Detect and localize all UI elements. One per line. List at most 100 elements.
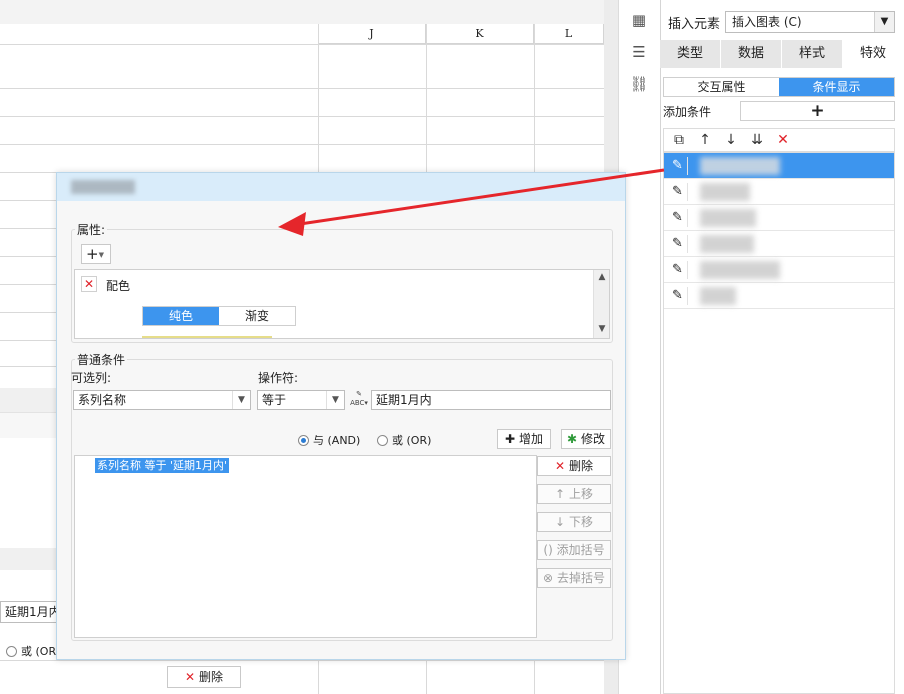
arrow-up-icon[interactable]: ↑	[696, 131, 714, 149]
tab-effects[interactable]: 特效	[843, 40, 904, 68]
color-mode-toggle: 纯色 渐变	[142, 306, 296, 326]
remove-paren-button[interactable]: ⊗ 去掉括号	[537, 568, 611, 588]
column-header-k[interactable]: K	[426, 24, 534, 44]
blurred-text	[700, 183, 750, 201]
move-down-button[interactable]: ↓ 下移	[537, 512, 611, 532]
subtab-interaction[interactable]: 交互属性	[664, 78, 779, 96]
grid-line	[0, 116, 604, 117]
edit-icon[interactable]: ✎	[668, 157, 688, 175]
chevron-down-icon: ▼	[326, 391, 344, 409]
background-panel-bar	[0, 388, 60, 412]
effects-subtabs: 交互属性 条件显示	[663, 77, 895, 97]
property-scrollbar[interactable]: ▲ ▼	[593, 270, 609, 338]
add-property-button[interactable]: +▼	[81, 244, 111, 264]
edit-icon[interactable]: ✎	[668, 287, 688, 305]
condition-row[interactable]: ✎	[664, 153, 894, 179]
condition-row[interactable]: ✎	[664, 179, 894, 205]
background-panel-bar	[0, 548, 60, 570]
edit-icon[interactable]: ✎	[668, 209, 688, 227]
add-paren-button[interactable]: () 添加括号	[537, 540, 611, 560]
radio-icon	[377, 435, 388, 446]
move-up-button[interactable]: ↑ 上移	[537, 484, 611, 504]
modify-button-label: 修改	[580, 432, 605, 446]
operator-label: 操作符:	[258, 371, 299, 385]
condition-toolbar: ⧉ ↑ ↓ ⇊ ✕	[663, 128, 895, 152]
condition-row[interactable]: ✎	[664, 205, 894, 231]
operator-value: 等于	[262, 393, 287, 407]
solid-color-option[interactable]: 纯色	[143, 307, 219, 325]
and-radio[interactable]: 与 (AND)	[298, 432, 360, 448]
element-list-icon[interactable]: ☰	[629, 42, 649, 62]
blurred-text	[700, 235, 754, 253]
background-delete-button[interactable]: ✕ 删除	[167, 666, 241, 688]
chevron-down-icon: ▼	[874, 12, 894, 32]
value-type-icon[interactable]: ✎ ABC▾	[349, 390, 369, 410]
condition-list: ✎ ✎ ✎ ✎ ✎ ✎	[663, 152, 895, 694]
delete-x-icon: ✕	[185, 670, 196, 684]
and-label: 与 (AND)	[313, 434, 361, 447]
properties-label: 属性:	[75, 221, 108, 238]
delete-label: 删除	[568, 459, 593, 473]
dialog-title-bar[interactable]	[57, 173, 625, 201]
column-header-j[interactable]: J	[318, 24, 426, 44]
grid-line	[0, 44, 604, 45]
tab-type[interactable]: 类型	[660, 40, 721, 68]
property-name-color: 配色	[106, 279, 131, 293]
edit-icon[interactable]: ✎	[668, 235, 688, 253]
panel-tabs: 类型 数据 样式 特效	[660, 40, 904, 68]
condition-property-dialog: 属性: +▼ ✕ 配色 纯色 渐变 ▲ ▼ 普通条件 可选列: 系列名称 ▼ 操…	[56, 172, 626, 660]
subtab-conditional-display[interactable]: 条件显示	[779, 78, 894, 96]
or-radio[interactable]: 或 (OR)	[377, 432, 431, 448]
chevron-down-icon: ▼	[98, 251, 104, 259]
insert-element-select[interactable]: 插入图表 (C) ▼	[725, 11, 895, 33]
sheet-top-strip	[0, 0, 604, 24]
add-condition-button[interactable]: +	[740, 101, 895, 121]
arrow-down-icon[interactable]: ↓	[722, 131, 740, 149]
modify-button[interactable]: ✱ 修改	[561, 429, 611, 449]
edit-icon[interactable]: ✎	[668, 261, 688, 279]
common-conditions-label: 普通条件	[75, 351, 128, 368]
paren-icon: ()	[543, 543, 553, 557]
add-button-label: 增加	[518, 432, 543, 446]
condition-entry[interactable]: 系列名称 等于 '延期1月内'	[95, 458, 230, 473]
blurred-text	[700, 287, 736, 305]
delete-condition-button[interactable]: ✕ 删除	[537, 456, 611, 476]
scroll-up-icon[interactable]: ▲	[594, 270, 610, 284]
blurred-dialog-title	[71, 180, 135, 194]
add-button[interactable]: ✚ 增加	[497, 429, 551, 449]
gradient-option[interactable]: 渐变	[219, 307, 295, 325]
condition-row[interactable]: ✎	[664, 231, 894, 257]
delete-icon[interactable]: ✕	[774, 131, 792, 149]
arrow-up-icon: ↑	[555, 487, 566, 501]
copy-icon[interactable]: ⧉	[670, 131, 688, 149]
grid-line	[0, 660, 604, 661]
cell-attributes-icon[interactable]: ▦	[629, 10, 649, 30]
chevron-down-icon: ▼	[232, 391, 250, 409]
grid-line	[0, 88, 604, 89]
move-down-label: 下移	[568, 515, 593, 529]
tab-style[interactable]: 样式	[782, 40, 843, 68]
radio-icon	[6, 646, 17, 657]
blurred-text	[700, 157, 780, 175]
edit-icon[interactable]: ✎	[668, 183, 688, 201]
scroll-down-icon[interactable]: ▼	[594, 322, 610, 336]
tab-data[interactable]: 数据	[721, 40, 782, 68]
insert-element-label: 插入元素	[668, 17, 721, 32]
condition-row[interactable]: ✎	[664, 257, 894, 283]
insert-select-value: 插入图表 (C)	[732, 15, 802, 29]
plus-icon: ✚	[505, 432, 516, 446]
operator-select[interactable]: 等于 ▼	[257, 390, 345, 410]
remove-property-icon[interactable]: ✕	[81, 276, 97, 292]
background-value-field[interactable]: 延期1月内	[0, 601, 62, 623]
property-list: ✕ 配色 纯色 渐变 ▲ ▼	[74, 269, 610, 339]
column-header-l[interactable]: L	[534, 24, 604, 44]
condition-row[interactable]: ✎	[664, 283, 894, 309]
arrow-down-icon: ↓	[555, 515, 566, 529]
grid-line	[0, 144, 604, 145]
link-icon[interactable]: ⛓	[629, 74, 649, 94]
value-input[interactable]: 延期1月内	[371, 390, 611, 410]
color-swatch-strip[interactable]	[142, 336, 272, 338]
optional-column-select[interactable]: 系列名称 ▼	[73, 390, 251, 410]
move-bottom-icon[interactable]: ⇊	[748, 131, 766, 149]
background-or-label: 或 (OR	[21, 645, 57, 658]
